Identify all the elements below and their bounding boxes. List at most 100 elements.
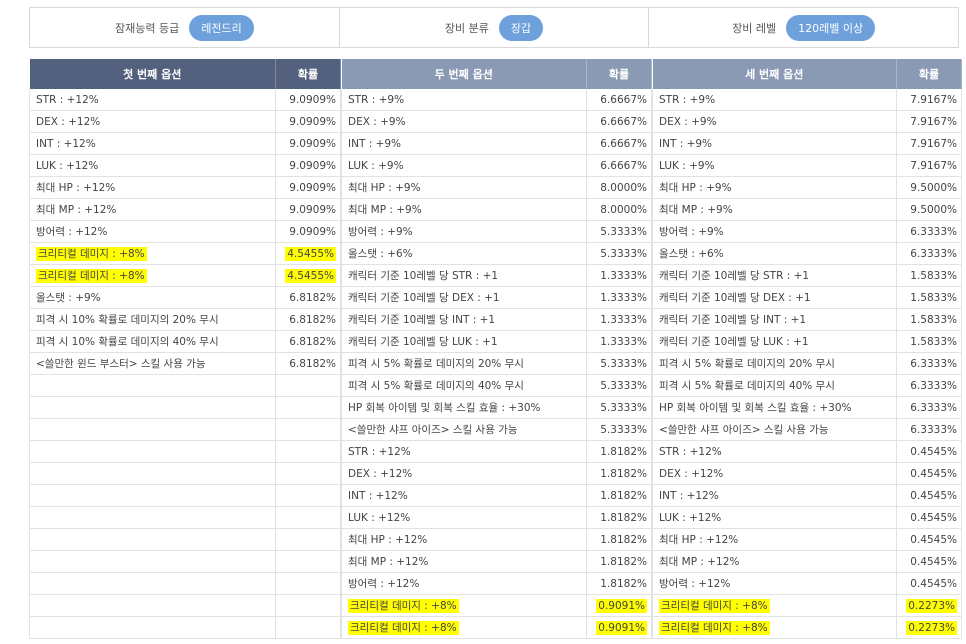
probability-text: 0.4545% — [910, 577, 957, 590]
option-text: DEX : +12% — [36, 115, 101, 128]
table-row: INT : +12% 1.8182% — [341, 484, 652, 507]
probability-text: 9.0909% — [289, 181, 336, 194]
option-cell: INT : +12% — [652, 484, 897, 507]
probability-text: 1.8182% — [600, 511, 647, 524]
option-cell — [29, 440, 276, 463]
probability-text: 6.8182% — [289, 335, 336, 348]
probability-text: 6.8182% — [289, 313, 336, 326]
option-cell: 크리티컬 데미지 : +8% — [652, 616, 897, 639]
option-text: STR : +9% — [659, 93, 716, 106]
table-row: 캐릭터 기준 10레벨 당 DEX : +1 1.3333% — [341, 286, 652, 309]
option-text: 최대 HP : +12% — [659, 534, 739, 546]
option-text: 올스탯 : +6% — [659, 248, 724, 260]
probability-text: 9.0909% — [289, 225, 336, 238]
option-cell: DEX : +12% — [29, 110, 276, 133]
option-text: 캐릭터 기준 10레벨 당 INT : +1 — [659, 314, 807, 326]
probability-cell: 1.8182% — [586, 528, 652, 551]
option-cell: 캐릭터 기준 10레벨 당 DEX : +1 — [652, 286, 897, 309]
probability-text: 1.8182% — [600, 489, 647, 502]
option-text: 최대 MP : +12% — [348, 556, 429, 568]
probability-cell: 1.8182% — [586, 440, 652, 463]
table-row: 캐릭터 기준 10레벨 당 LUK : +1 1.3333% — [341, 330, 652, 353]
category-select-button[interactable]: 장갑 — [498, 14, 544, 41]
option-text: 캐릭터 기준 10레벨 당 LUK : +1 — [659, 336, 809, 348]
table-row: 방어력 : +12% 9.0909% — [29, 220, 341, 243]
option-text: 올스탯 : +9% — [36, 292, 101, 304]
table-row: 최대 MP : +12% 0.4545% — [652, 550, 962, 573]
table-row: INT : +9% 6.6667% — [341, 132, 652, 155]
probability-text: 5.3333% — [600, 423, 647, 436]
option-cell: 캐릭터 기준 10레벨 당 INT : +1 — [341, 308, 587, 331]
probability-text: 6.3333% — [910, 379, 957, 392]
probability-cell — [275, 528, 341, 551]
probability-cell: 5.3333% — [586, 220, 652, 243]
probability-cell: 0.9091% — [586, 616, 652, 639]
first-option-table: 첫 번째 옵션 확률 STR : +12% 9.0909% DEX : +12% 9.… — [29, 59, 341, 639]
probability-cell — [275, 484, 341, 507]
probability-cell: 9.0909% — [275, 89, 341, 111]
option-cell: STR : +12% — [652, 440, 897, 463]
option-text: 피격 시 5% 확률로 데미지의 40% 무시 — [659, 380, 835, 392]
probability-cell: 1.8182% — [586, 550, 652, 573]
option-text: LUK : +12% — [659, 511, 722, 524]
option-cell: 최대 MP : +9% — [652, 198, 897, 221]
option-cell: DEX : +12% — [341, 462, 587, 485]
option-text: INT : +12% — [659, 489, 719, 502]
second-prob-header: 확률 — [586, 59, 652, 89]
option-cell — [29, 484, 276, 507]
probability-cell: 6.6667% — [586, 154, 652, 177]
option-cell: 피격 시 5% 확률로 데미지의 40% 무시 — [341, 374, 587, 397]
option-cell: 방어력 : +12% — [652, 572, 897, 595]
option-cell: 방어력 : +12% — [29, 220, 276, 243]
option-cell: 최대 MP : +12% — [652, 550, 897, 573]
probability-text: 6.3333% — [910, 401, 957, 414]
filter-bar: 잠재능력 등급 레전드리 장비 분류 장갑 장비 레벨 120레벨 이상 — [29, 7, 959, 48]
option-text: <쓸만한 샤프 아이즈> 스킬 사용 가능 — [659, 424, 829, 436]
probability-cell: 9.0909% — [275, 198, 341, 221]
probability-cell: 0.9091% — [586, 594, 652, 617]
probability-cell — [275, 462, 341, 485]
probability-text: 5.3333% — [600, 247, 647, 260]
probability-cell: 7.9167% — [896, 154, 962, 177]
table-row: LUK : +12% 9.0909% — [29, 154, 341, 177]
probability-cell — [275, 550, 341, 573]
table-row — [29, 528, 341, 551]
table-row: DEX : +12% 0.4545% — [652, 462, 962, 485]
probability-text: 7.9167% — [910, 159, 957, 172]
probability-text: 6.3333% — [910, 225, 957, 238]
option-text: 최대 HP : +9% — [348, 182, 421, 194]
table-row: 크리티컬 데미지 : +8% 0.2273% — [652, 616, 962, 639]
probability-text: 4.5455% — [285, 268, 336, 283]
probability-cell: 6.3333% — [896, 396, 962, 419]
option-cell: 최대 HP : +9% — [652, 176, 897, 199]
probability-cell: 4.5455% — [275, 264, 341, 287]
probability-cell: 0.2273% — [896, 616, 962, 639]
table-row: 최대 MP : +9% 8.0000% — [341, 198, 652, 221]
table-row: 캐릭터 기준 10레벨 당 DEX : +1 1.5833% — [652, 286, 962, 309]
table-row: 크리티컬 데미지 : +8% 4.5455% — [29, 242, 341, 265]
table-row: <쓸만한 샤프 아이즈> 스킬 사용 가능 6.3333% — [652, 418, 962, 441]
option-text: LUK : +9% — [348, 159, 404, 172]
table-row — [29, 616, 341, 639]
probability-cell: 1.3333% — [586, 330, 652, 353]
probability-cell: 1.8182% — [586, 572, 652, 595]
probability-text: 5.3333% — [600, 225, 647, 238]
option-text: 피격 시 5% 확률로 데미지의 40% 무시 — [348, 380, 524, 392]
table-row: 캐릭터 기준 10레벨 당 STR : +1 1.5833% — [652, 264, 962, 287]
option-cell: 올스탯 : +6% — [341, 242, 587, 265]
probability-cell: 1.5833% — [896, 308, 962, 331]
option-text: 최대 MP : +9% — [348, 204, 422, 216]
level-select-button[interactable]: 120레벨 이상 — [786, 14, 876, 41]
probability-cell: 6.8182% — [275, 286, 341, 309]
option-cell: LUK : +9% — [652, 154, 897, 177]
probability-text: 9.5000% — [910, 181, 957, 194]
level-filter: 장비 레벨 120레벨 이상 — [649, 8, 958, 47]
probability-cell: 9.0909% — [275, 220, 341, 243]
option-text: LUK : +12% — [36, 159, 99, 172]
option-text: INT : +12% — [348, 489, 408, 502]
table-row: 방어력 : +12% 1.8182% — [341, 572, 652, 595]
option-text: 올스탯 : +6% — [348, 248, 413, 260]
grade-select-button[interactable]: 레전드리 — [189, 14, 254, 41]
table-row — [29, 594, 341, 617]
probability-cell: 0.4545% — [896, 550, 962, 573]
